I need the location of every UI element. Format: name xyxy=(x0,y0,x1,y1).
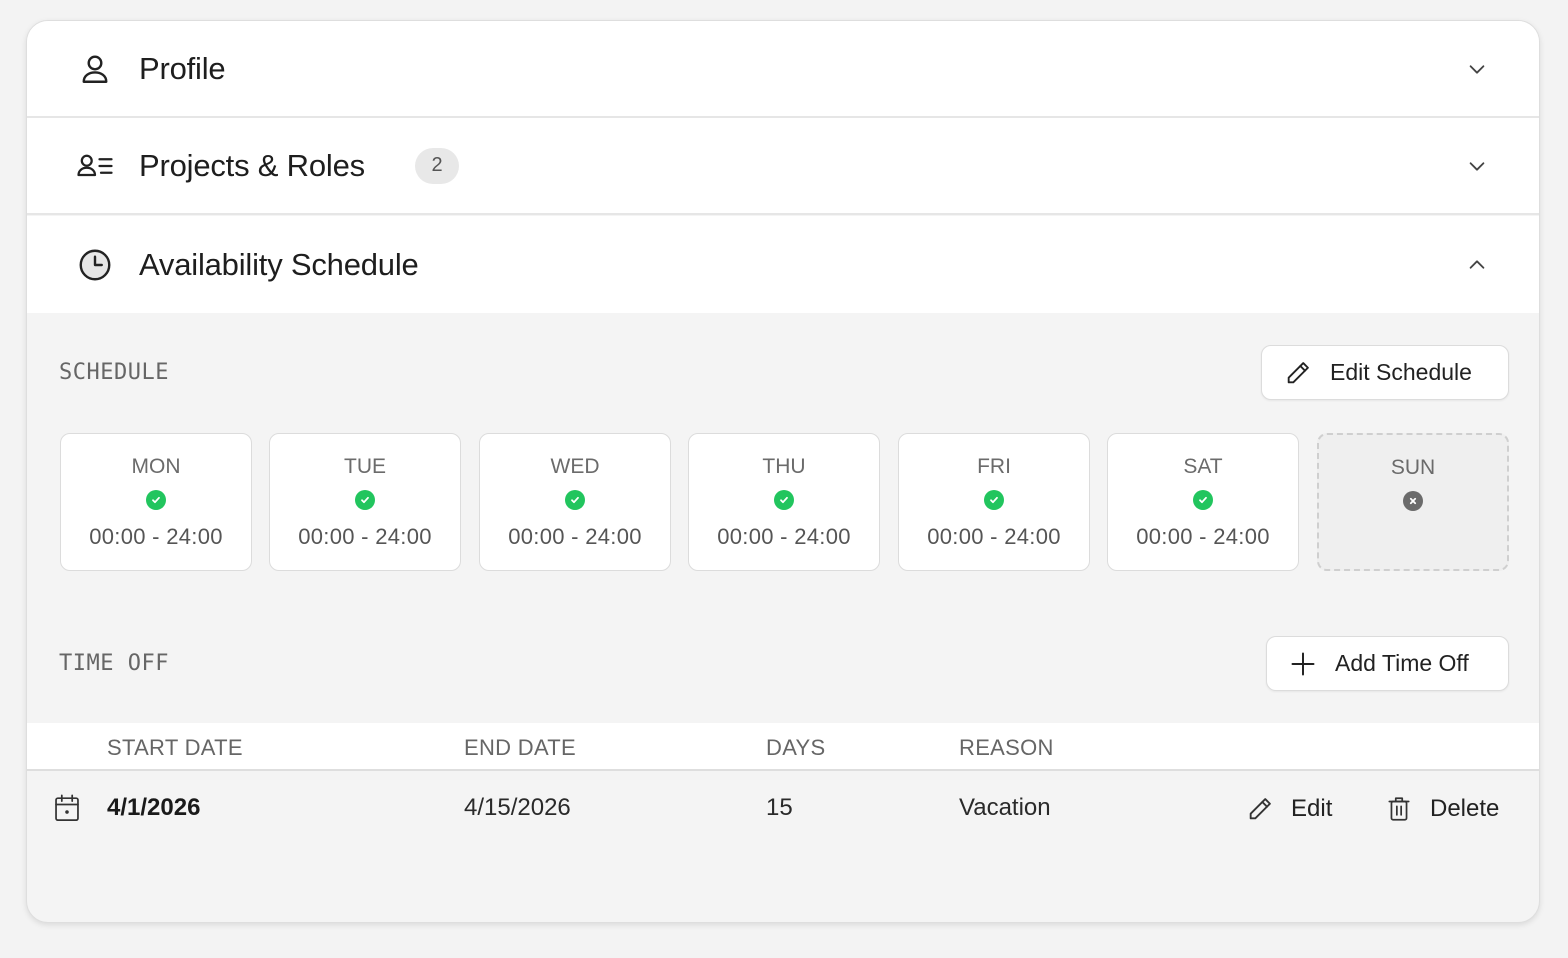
check-circle-icon xyxy=(774,490,794,510)
day-card-fri: FRI 00:00 - 24:00 xyxy=(898,433,1090,571)
chevron-down-icon[interactable] xyxy=(1465,154,1489,178)
day-name: FRI xyxy=(977,455,1011,478)
projects-roles-title: Projects & Roles xyxy=(139,147,365,183)
day-name: SAT xyxy=(1183,455,1223,478)
add-time-off-button[interactable]: Add Time Off xyxy=(1266,636,1509,691)
projects-count-badge: 2 xyxy=(415,147,459,184)
day-card-sun: SUN xyxy=(1317,433,1509,571)
add-time-off-label: Add Time Off xyxy=(1335,650,1469,676)
edit-schedule-button[interactable]: Edit Schedule xyxy=(1261,345,1509,400)
profile-title: Profile xyxy=(139,50,226,86)
check-circle-icon xyxy=(565,490,585,510)
day-time: 00:00 - 24:00 xyxy=(298,524,432,549)
pencil-icon xyxy=(1245,794,1275,824)
day-time: 00:00 - 24:00 xyxy=(927,524,1061,549)
column-header-days[interactable]: DAYS xyxy=(766,735,825,761)
time-off-reason: Vacation xyxy=(959,794,1051,821)
day-name: TUE xyxy=(344,455,386,478)
calendar-icon xyxy=(53,793,81,828)
delete-label: Delete xyxy=(1430,795,1500,822)
day-name: MON xyxy=(131,455,181,478)
projects-roles-section-header[interactable]: Projects & Roles 2 xyxy=(27,118,1539,215)
chevron-down-icon[interactable] xyxy=(1465,57,1489,81)
availability-card: Profile Projects & Roles 2 Availability … xyxy=(26,20,1540,923)
day-time: 00:00 - 24:00 xyxy=(508,524,642,549)
table-row: 4/1/2026 4/15/2026 15 Vacation Edit Dele… xyxy=(27,773,1539,843)
pencil-icon xyxy=(1284,359,1312,387)
edit-label: Edit xyxy=(1291,795,1333,822)
trash-icon xyxy=(1384,794,1414,824)
day-card-tue: TUE 00:00 - 24:00 xyxy=(269,433,461,571)
day-name: SUN xyxy=(1390,456,1436,479)
day-time: 00:00 - 24:00 xyxy=(717,524,851,549)
chevron-up-icon[interactable] xyxy=(1465,253,1489,277)
day-card-thu: THU 00:00 - 24:00 xyxy=(688,433,880,571)
edit-schedule-label: Edit Schedule xyxy=(1330,359,1472,385)
day-name: THU xyxy=(762,455,806,478)
day-time: 00:00 - 24:00 xyxy=(1136,524,1270,549)
check-circle-icon xyxy=(1193,490,1213,510)
day-card-mon: MON 00:00 - 24:00 xyxy=(60,433,252,571)
schedule-label: SCHEDULE xyxy=(59,360,169,385)
column-header-end-date[interactable]: END DATE xyxy=(464,735,576,761)
day-time: 00:00 - 24:00 xyxy=(89,524,223,549)
time-off-days: 15 xyxy=(766,794,793,821)
availability-section-header[interactable]: Availability Schedule xyxy=(27,216,1539,313)
column-header-reason[interactable]: REASON xyxy=(959,735,1054,761)
time-off-label: TIME OFF xyxy=(59,651,169,676)
time-off-table-header: START DATE END DATE DAYS REASON xyxy=(27,723,1539,771)
edit-time-off-button[interactable]: Edit xyxy=(1245,791,1332,827)
check-circle-icon xyxy=(355,490,375,510)
x-circle-icon xyxy=(1403,491,1423,511)
day-name: WED xyxy=(550,455,600,478)
plus-icon xyxy=(1289,650,1317,678)
clock-icon xyxy=(75,245,115,285)
time-off-end-date: 4/15/2026 xyxy=(464,794,571,821)
day-card-sat: SAT 00:00 - 24:00 xyxy=(1107,433,1299,571)
profile-section-header[interactable]: Profile xyxy=(27,21,1539,118)
check-circle-icon xyxy=(146,490,166,510)
time-off-start-date: 4/1/2026 xyxy=(107,794,201,821)
delete-time-off-button[interactable]: Delete xyxy=(1384,791,1499,827)
column-header-start-date[interactable]: START DATE xyxy=(107,735,243,761)
user-list-icon xyxy=(75,146,115,186)
availability-title: Availability Schedule xyxy=(139,246,419,282)
check-circle-icon xyxy=(984,490,1004,510)
day-card-wed: WED 00:00 - 24:00 xyxy=(479,433,671,571)
user-icon xyxy=(75,49,115,89)
